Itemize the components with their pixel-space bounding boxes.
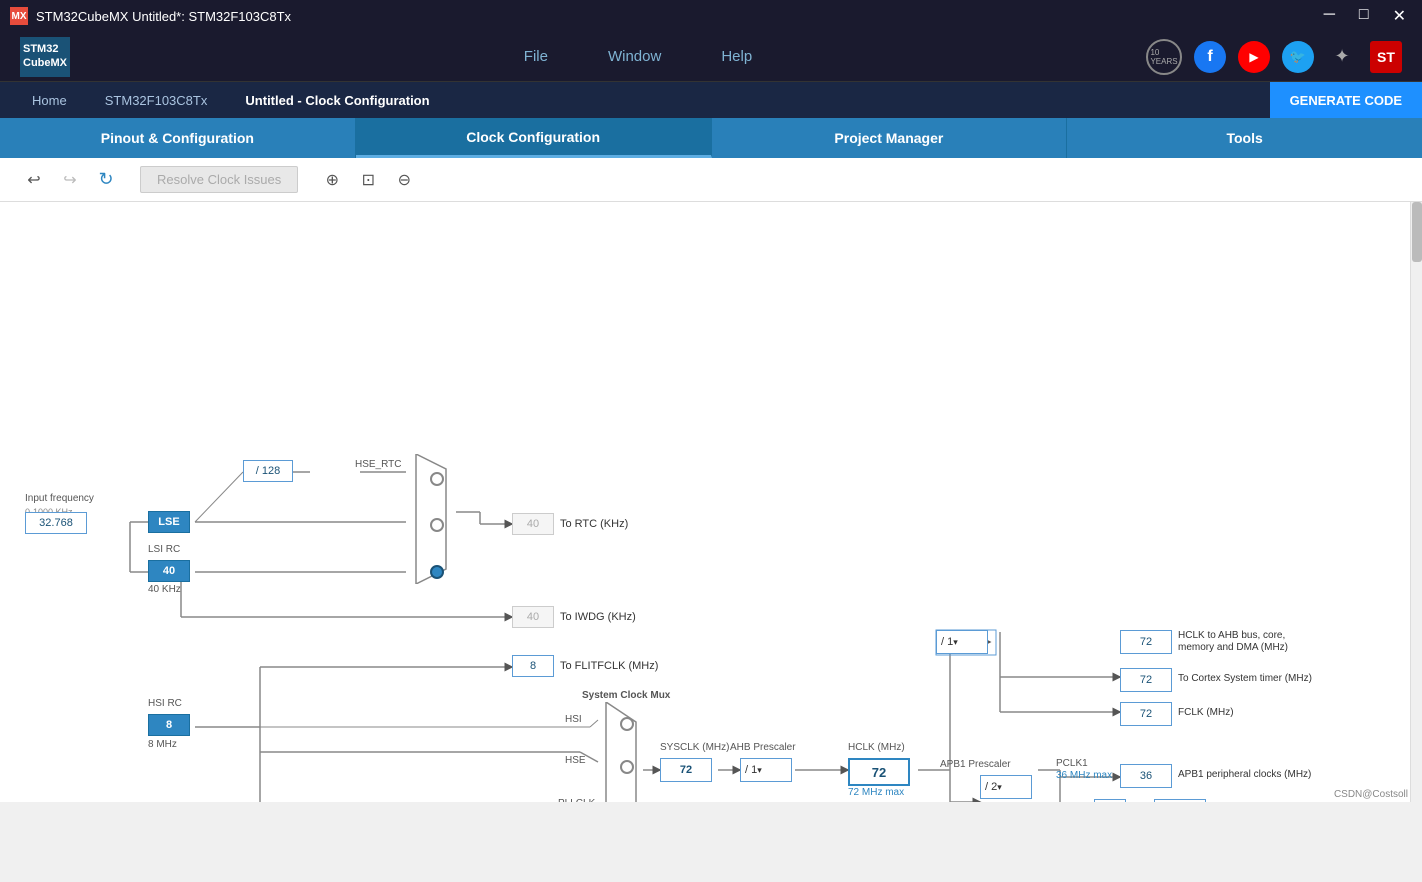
apb1-prescaler-label: APB1 Prescaler [940, 759, 1011, 770]
help-menu[interactable]: Help [721, 48, 752, 65]
pclk1-max: 36 MHz max [1056, 770, 1112, 781]
apb1-periph-value[interactable]: 36 [1120, 764, 1172, 788]
clock-area: Input frequency 0-1000 KHz 32.768 LSE LS… [0, 202, 1422, 802]
ahb-prescaler-label: AHB Prescaler [730, 742, 796, 753]
badge-icon: 10YEARS [1146, 39, 1182, 75]
sys-clk-mux [598, 702, 644, 802]
youtube-icon[interactable]: ▶ [1238, 41, 1270, 73]
hse-rtc-label: HSE_RTC [355, 459, 402, 470]
sysclk-label: SYSCLK (MHz) [660, 742, 729, 753]
hclk-ahb-label2: memory and DMA (MHz) [1178, 642, 1288, 653]
hsi-unit: 8 MHz [148, 739, 177, 750]
iwdg-value[interactable]: 40 [512, 606, 554, 628]
breadcrumb-device[interactable]: STM32F103C8Tx [93, 82, 220, 118]
pclk1-label: PCLK1 [1056, 758, 1088, 769]
tab-clock[interactable]: Clock Configuration [356, 118, 712, 158]
breadcrumb-home[interactable]: Home [20, 82, 79, 118]
window-menu[interactable]: Window [608, 48, 661, 65]
main-tabs: Pinout & Configuration Clock Configurati… [0, 118, 1422, 158]
refresh-button[interactable]: ↻ [92, 166, 120, 194]
app-icon: MX [10, 7, 28, 25]
maximize-button[interactable]: □ [1353, 6, 1375, 26]
cortex-value[interactable]: 72 [1120, 668, 1172, 692]
breadcrumb-current[interactable]: Untitled - Clock Configuration [233, 82, 441, 118]
hclk-ahb-label: HCLK to AHB bus, core, [1178, 630, 1285, 641]
input-freq-value[interactable]: 32.768 [25, 512, 87, 534]
close-button[interactable]: ✕ [1387, 6, 1412, 26]
breadcrumb-bar: Home ❯ STM32F103C8Tx ❯ Untitled - Clock … [0, 82, 1422, 118]
apb1-x2[interactable]: X 2 [1094, 799, 1126, 802]
cortex-timer-label: To Cortex System timer (MHz) [1178, 673, 1312, 684]
hclk-mhz-label: HCLK (MHz) [848, 742, 905, 753]
network-icon[interactable]: ✦ [1326, 41, 1358, 73]
zoom-out-button[interactable]: ⊖ [390, 166, 418, 194]
twitter-icon[interactable]: 🐦 [1282, 41, 1314, 73]
app-logo: STM32CubeMX [20, 37, 70, 77]
pllclk-mux-label: PLLCLK [558, 798, 595, 802]
st-icon[interactable]: ST [1370, 41, 1402, 73]
social-icons: 10YEARS f ▶ 🐦 ✦ ST [1146, 39, 1402, 75]
hclk-div1-dropdown[interactable]: / 1 [936, 630, 988, 654]
window-controls[interactable]: ─ □ ✕ [1318, 6, 1412, 26]
toolbar: ↩ ↪ ↻ Resolve Clock Issues ⊕ ⊡ ⊖ [0, 158, 1422, 202]
sys-clk-mux-label: System Clock Mux [582, 690, 670, 701]
minimize-button[interactable]: ─ [1318, 6, 1341, 26]
file-menu[interactable]: File [524, 48, 548, 65]
hclk-value[interactable]: 72 [848, 758, 910, 786]
apb1-periph-label: APB1 peripheral clocks (MHz) [1178, 769, 1311, 780]
title-bar: MX STM32CubeMX Untitled*: STM32F103C8Tx … [0, 0, 1422, 32]
ahb-div-dropdown[interactable]: / 1 [740, 758, 792, 782]
logo-text: STM32CubeMX [23, 43, 67, 69]
apb1-div-dropdown[interactable]: / 2 [980, 775, 1032, 799]
sys-mux-hse-radio[interactable] [620, 760, 634, 774]
apb1-timer-value[interactable]: 72 [1154, 799, 1206, 802]
hclk-ahb-value[interactable]: 72 [1120, 630, 1172, 654]
lsi-rc-label: LSI RC [148, 544, 180, 555]
rtc-mux-hse-radio[interactable] [430, 472, 444, 486]
lse-block[interactable]: LSE [148, 511, 190, 533]
scrollbar[interactable] [1410, 202, 1422, 802]
hsi-mux-label: HSI [565, 714, 582, 725]
to-flit-label: To FLITFCLK (MHz) [560, 660, 658, 672]
tab-project[interactable]: Project Manager [712, 118, 1068, 158]
rtc-value[interactable]: 40 [512, 513, 554, 535]
footer-text: CSDN@Costsoll [1334, 789, 1408, 800]
hsi-value[interactable]: 8 [148, 714, 190, 736]
resolve-clock-button[interactable]: Resolve Clock Issues [140, 166, 298, 193]
hsi-rc-label: HSI RC [148, 698, 182, 709]
flit-value[interactable]: 8 [512, 655, 554, 677]
sysclk-value[interactable]: 72 [660, 758, 712, 782]
menu-bar: STM32CubeMX File Window Help 10YEARS f ▶… [0, 32, 1422, 82]
facebook-icon[interactable]: f [1194, 41, 1226, 73]
fit-button[interactable]: ⊡ [354, 166, 382, 194]
tab-pinout[interactable]: Pinout & Configuration [0, 118, 356, 158]
lsi-value[interactable]: 40 [148, 560, 190, 582]
lsi-unit: 40 KHz [148, 584, 181, 595]
sys-mux-hsi-radio[interactable] [620, 717, 634, 731]
hclk-max-label: 72 MHz max [848, 787, 904, 798]
zoom-in-button[interactable]: ⊕ [318, 166, 346, 194]
to-iwdg-label: To IWDG (KHz) [560, 611, 636, 623]
generate-code-button[interactable]: GENERATE CODE [1270, 82, 1422, 118]
rtc-mux-lse-radio[interactable] [430, 518, 444, 532]
div128-box[interactable]: / 128 [243, 460, 293, 482]
menu-items: File Window Help [130, 48, 1146, 65]
window-title: STM32CubeMX Untitled*: STM32F103C8Tx [36, 9, 1318, 24]
hse-mux-label: HSE [565, 755, 586, 766]
redo-button[interactable]: ↪ [56, 166, 84, 194]
undo-button[interactable]: ↩ [20, 166, 48, 194]
fclk-label: FCLK (MHz) [1178, 707, 1234, 718]
to-rtc-label: To RTC (KHz) [560, 518, 628, 530]
fclk-value[interactable]: 72 [1120, 702, 1172, 726]
scrollbar-thumb[interactable] [1412, 202, 1422, 262]
logo-box: STM32CubeMX [20, 37, 70, 77]
tab-tools[interactable]: Tools [1067, 118, 1422, 158]
rtc-mux-lsi-radio[interactable] [430, 565, 444, 579]
